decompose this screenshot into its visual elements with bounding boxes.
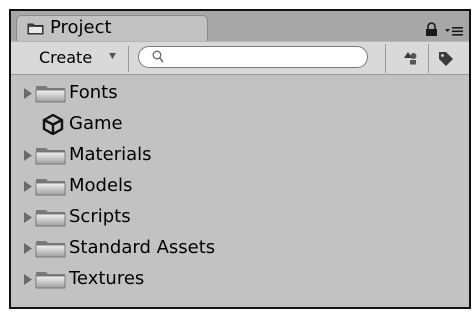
create-button[interactable]: Create xyxy=(19,46,129,72)
list-item[interactable]: Fonts xyxy=(11,78,469,109)
folder-icon xyxy=(35,241,66,258)
item-label: Materials xyxy=(69,144,152,165)
tab-label: Project xyxy=(50,17,112,38)
toolbar-divider xyxy=(385,44,386,73)
search-field[interactable] xyxy=(138,46,368,68)
filter-by-label-icon xyxy=(439,52,453,66)
folder-icon xyxy=(35,272,66,289)
search-icon xyxy=(152,50,164,63)
asset-list: Fonts Game Materials Models Scripts Stan… xyxy=(11,75,469,307)
list-item[interactable]: Textures xyxy=(11,264,469,295)
item-label: Standard Assets xyxy=(69,237,216,258)
item-label: Models xyxy=(69,175,133,196)
expand-arrow-icon[interactable] xyxy=(23,180,33,193)
list-item[interactable]: Scripts xyxy=(11,202,469,233)
tab-project[interactable]: Project xyxy=(16,15,208,41)
folder-icon xyxy=(35,148,66,165)
expand-arrow-icon[interactable] xyxy=(23,273,33,286)
item-label: Fonts xyxy=(69,82,118,103)
filter-by-type-icon xyxy=(404,52,417,65)
expand-arrow-icon[interactable] xyxy=(23,242,33,255)
list-item[interactable]: Materials xyxy=(11,140,469,171)
expand-arrow-icon[interactable] xyxy=(23,87,33,100)
lock-icon[interactable] xyxy=(425,22,438,37)
expand-arrow-icon[interactable] xyxy=(23,149,33,162)
folder-icon xyxy=(35,210,66,227)
project-window: Project Create Fonts Game Materials Mode… xyxy=(9,9,471,309)
create-button-label: Create xyxy=(39,48,93,67)
search-input[interactable] xyxy=(167,48,357,66)
list-item[interactable]: Standard Assets xyxy=(11,233,469,264)
panel-menu-icon[interactable] xyxy=(444,26,464,36)
item-label: Game xyxy=(69,113,123,134)
folder-icon xyxy=(27,23,44,35)
folder-icon xyxy=(35,179,66,196)
expand-arrow-icon[interactable] xyxy=(23,211,33,224)
project-toolbar: Create xyxy=(11,41,469,75)
list-item[interactable]: Models xyxy=(11,171,469,202)
list-item[interactable]: Game xyxy=(11,109,469,140)
chevron-down-icon xyxy=(109,53,116,59)
tab-bar: Project xyxy=(11,11,469,41)
item-label: Scripts xyxy=(69,206,131,227)
filter-by-label-button[interactable] xyxy=(429,46,463,70)
unity-scene-icon xyxy=(42,114,64,135)
item-label: Textures xyxy=(69,268,145,289)
filter-by-type-button[interactable] xyxy=(393,46,427,70)
folder-icon xyxy=(35,86,66,103)
